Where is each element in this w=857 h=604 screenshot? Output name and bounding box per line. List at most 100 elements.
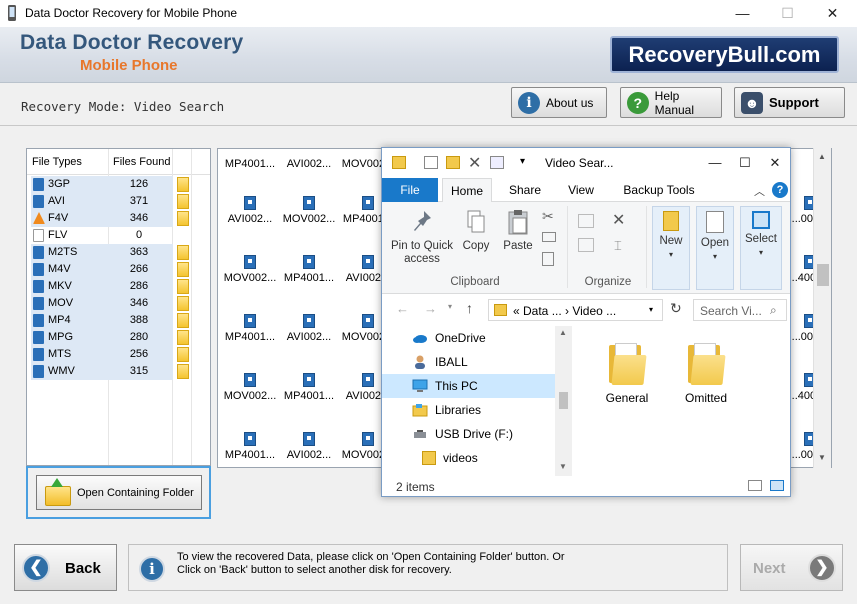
back-button[interactable]: ❮ Back	[14, 544, 117, 591]
scrollbar-thumb[interactable]	[559, 392, 568, 409]
file-item[interactable]: AVI002...	[279, 310, 339, 362]
folder-icon[interactable]	[177, 296, 189, 311]
scroll-up-icon[interactable]: ▲	[559, 328, 567, 337]
file-item[interactable]: MOV002...	[279, 192, 339, 244]
folder-icon[interactable]	[177, 194, 189, 209]
address-bar[interactable]: « Data ... › Video ... ▾	[488, 299, 663, 321]
table-row[interactable]: WMV 315	[31, 363, 207, 380]
table-row[interactable]: F4V 346	[31, 210, 207, 227]
file-item[interactable]: MP4001...	[220, 310, 280, 362]
paste-button[interactable]: Paste	[498, 206, 538, 253]
tree-item-this-pc[interactable]: This PC	[382, 374, 555, 398]
new-button[interactable]: New ▾	[652, 206, 690, 290]
grid-scrollbar[interactable]: ▲ ▼	[813, 148, 831, 468]
folder-item-general[interactable]: General	[592, 343, 662, 405]
table-row[interactable]: MTS 256	[31, 346, 207, 363]
forward-arrow-icon[interactable]: →	[424, 301, 437, 316]
scroll-up-icon[interactable]: ▲	[818, 152, 826, 161]
rename-icon[interactable]: ⌶	[614, 238, 622, 254]
large-icons-view-icon[interactable]	[770, 480, 784, 491]
tree-item-videos[interactable]: videos	[382, 446, 555, 470]
video-file-icon	[303, 373, 315, 387]
search-input[interactable]: Search Vi... ⌕	[693, 299, 787, 321]
folder-icon[interactable]	[177, 245, 189, 260]
tree-item-libraries[interactable]: Libraries	[382, 398, 555, 422]
table-row[interactable]: MPG 280	[31, 329, 207, 346]
file-item[interactable]: AVI002...	[279, 428, 339, 467]
paste-shortcut-icon[interactable]	[542, 252, 554, 266]
tab-share[interactable]: Share	[500, 178, 550, 202]
tab-backup-tools[interactable]: Backup Tools	[614, 178, 704, 202]
explorer-maximize-button[interactable]: ☐	[730, 150, 760, 176]
up-arrow-icon	[51, 478, 63, 487]
pin-to-quick-access-button[interactable]: Pin to Quick access	[388, 206, 456, 266]
close-button[interactable]: ✕	[810, 0, 855, 27]
tree-item-iball[interactable]: IBALL	[382, 350, 555, 374]
next-button[interactable]: Next ❯	[740, 544, 843, 591]
file-item[interactable]: MOV002...	[220, 251, 280, 303]
minimize-button[interactable]: —	[720, 0, 765, 27]
folder-icon[interactable]	[177, 364, 189, 379]
tab-file[interactable]: File	[382, 178, 438, 202]
delete-icon[interactable]: ✕	[612, 210, 625, 230]
recoverybull-logo[interactable]: RecoveryBull.com	[610, 36, 839, 73]
file-item[interactable]: MP4001...	[279, 369, 339, 421]
table-row[interactable]: M4V 266	[31, 261, 207, 278]
folder-icon[interactable]	[177, 347, 189, 362]
maximize-button[interactable]: ☐	[765, 0, 810, 27]
scroll-down-icon[interactable]: ▼	[559, 462, 567, 471]
file-item[interactable]: MP4001...	[279, 251, 339, 303]
table-row[interactable]: AVI 371	[31, 193, 207, 210]
refresh-icon[interactable]: ↻	[670, 300, 682, 317]
rename-icon[interactable]	[490, 156, 504, 169]
customize-toolbar-icon[interactable]: ▾	[520, 156, 525, 167]
open-containing-folder-label: Open Containing Folder	[77, 487, 194, 499]
up-arrow-icon[interactable]: ↑	[466, 300, 473, 316]
details-view-icon[interactable]	[748, 480, 762, 491]
folder-item-omitted[interactable]: Omitted	[671, 343, 741, 405]
tab-view[interactable]: View	[558, 178, 604, 202]
delete-icon[interactable]: ✕	[468, 153, 481, 173]
help-icon[interactable]: ?	[772, 182, 788, 198]
explorer-close-button[interactable]: ✕	[760, 150, 790, 176]
copy-to-icon[interactable]	[578, 238, 594, 252]
folder-icon[interactable]	[177, 177, 189, 192]
tree-scrollbar[interactable]: ▲ ▼	[555, 326, 572, 476]
copy-button[interactable]: Copy	[458, 206, 494, 253]
folder-icon[interactable]	[177, 211, 189, 226]
table-row[interactable]: MKV 286	[31, 278, 207, 295]
explorer-minimize-button[interactable]: —	[700, 150, 730, 176]
open-containing-folder-button[interactable]: Open Containing Folder	[36, 475, 202, 510]
table-row[interactable]: FLV 0	[31, 227, 207, 244]
about-us-button[interactable]: i About us	[511, 87, 607, 118]
chevron-down-icon[interactable]: ▾	[649, 305, 653, 314]
properties-icon[interactable]	[424, 156, 438, 169]
folder-icon[interactable]	[177, 279, 189, 294]
file-item[interactable]: MOV002...	[220, 369, 280, 421]
scrollbar-thumb[interactable]	[817, 264, 829, 286]
recent-locations-icon[interactable]: ▾	[448, 302, 452, 311]
table-row[interactable]: MOV 346	[31, 295, 207, 312]
folder-icon[interactable]	[177, 330, 189, 345]
select-button[interactable]: Select ▾	[740, 206, 782, 290]
support-button[interactable]: ☻ Support	[734, 87, 845, 118]
table-row[interactable]: MP4 388	[31, 312, 207, 329]
tree-item-onedrive[interactable]: OneDrive	[382, 326, 555, 350]
new-folder-icon[interactable]	[446, 156, 460, 169]
folder-icon[interactable]	[177, 262, 189, 277]
folder-icon[interactable]	[177, 313, 189, 328]
open-button[interactable]: Open ▾	[696, 206, 734, 290]
collapse-ribbon-icon[interactable]: ︿	[754, 183, 765, 199]
help-manual-button[interactable]: ? Help Manual	[620, 87, 722, 118]
file-item[interactable]: AVI002...	[220, 192, 280, 244]
copy-path-icon[interactable]	[542, 232, 556, 242]
file-item[interactable]: MP4001...	[220, 428, 280, 467]
table-row[interactable]: 3GP 126	[31, 176, 207, 193]
table-row[interactable]: M2TS 363	[31, 244, 207, 261]
tree-item-usb-drive[interactable]: USB Drive (F:)	[382, 422, 555, 446]
move-to-icon[interactable]	[578, 214, 594, 228]
scroll-down-icon[interactable]: ▼	[818, 453, 826, 462]
tab-home[interactable]: Home	[442, 178, 492, 203]
back-arrow-icon[interactable]: ←	[396, 301, 409, 316]
cut-icon[interactable]: ✂	[542, 208, 554, 225]
